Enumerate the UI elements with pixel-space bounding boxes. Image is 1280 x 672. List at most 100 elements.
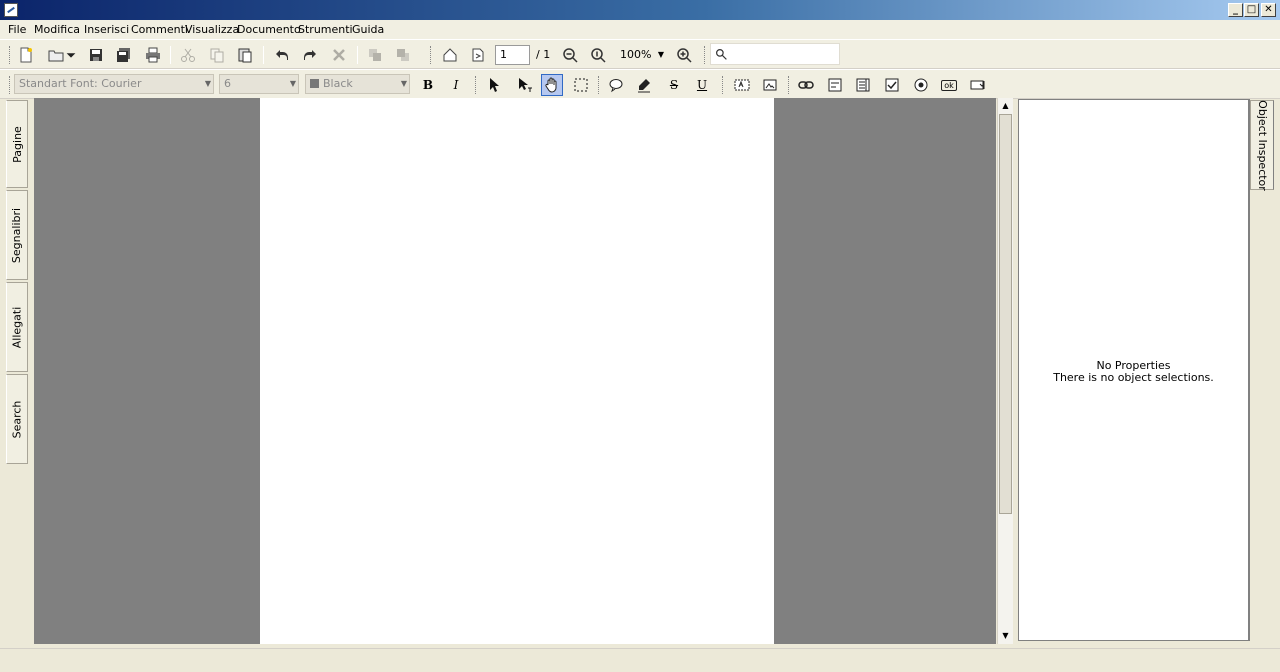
new-document-button[interactable]	[15, 44, 37, 66]
tab-object-inspector-label: Object Inspector	[1255, 99, 1269, 191]
page-number-input[interactable]: 1	[495, 45, 530, 65]
toolbar-grip[interactable]	[722, 76, 725, 94]
toolbar-grip[interactable]	[788, 76, 791, 94]
last-page-button[interactable]	[467, 44, 489, 66]
highlighter-icon	[638, 79, 650, 93]
marquee-tool-button[interactable]	[570, 74, 592, 96]
speech-bubble-icon	[609, 79, 623, 93]
copy-button[interactable]	[206, 44, 228, 66]
open-dropdown-button[interactable]	[64, 44, 78, 66]
save-as-button[interactable]	[113, 44, 135, 66]
menu-inserisci[interactable]: Inserisci	[84, 23, 129, 36]
status-bar	[0, 648, 1280, 672]
menu-bar: File Modifica Inserisci Commenti Visuali…	[0, 20, 1280, 39]
toolbar-grip[interactable]	[9, 76, 12, 94]
bring-forward-icon	[369, 49, 381, 61]
text-field-icon	[734, 79, 750, 91]
underline-tool-button[interactable]: U	[691, 74, 713, 96]
zoom-out-button[interactable]	[559, 44, 581, 66]
paste-button[interactable]	[234, 44, 256, 66]
combo-box-tool-button[interactable]	[967, 74, 989, 96]
image-tool-button[interactable]	[759, 74, 781, 96]
tab-pagine[interactable]: Pagine	[6, 100, 28, 188]
list-box-tool-button[interactable]	[852, 74, 874, 96]
tab-allegati[interactable]: Allegati	[6, 282, 28, 372]
select-tool-button[interactable]	[483, 74, 505, 96]
text-pointer-icon	[519, 78, 532, 92]
toolbar-grip[interactable]	[704, 46, 707, 64]
font-size-select[interactable]: 6 ▼	[219, 74, 299, 94]
image-icon	[763, 79, 777, 91]
toolbar-grip[interactable]	[430, 46, 433, 64]
toolbar-separator	[170, 46, 171, 64]
new-document-icon	[20, 47, 32, 63]
zoom-in-button[interactable]	[673, 44, 695, 66]
vertical-scrollbar[interactable]: ▲ ▼	[997, 98, 1013, 644]
strikeout-tool-button[interactable]: S	[663, 74, 685, 96]
toolbar-grip[interactable]	[475, 76, 478, 94]
color-select[interactable]: Black ▼	[305, 74, 410, 94]
object-inspector-panel: No Properties There is no object selecti…	[1018, 99, 1250, 641]
tab-segnalibri[interactable]: Segnalibri	[6, 190, 28, 280]
italic-button[interactable]: I	[445, 74, 467, 96]
send-backward-button[interactable]	[392, 44, 414, 66]
save-button[interactable]	[85, 44, 107, 66]
first-page-button[interactable]	[439, 44, 461, 66]
menu-modifica[interactable]: Modifica	[34, 23, 80, 36]
menu-file[interactable]: File	[8, 23, 26, 36]
comment-tool-button[interactable]	[605, 74, 627, 96]
text-select-tool-button[interactable]	[514, 74, 536, 96]
tab-search-label: Search	[10, 400, 24, 438]
scrollbar-thumb[interactable]	[999, 114, 1012, 514]
checkbox-tool-button[interactable]	[881, 74, 903, 96]
close-button[interactable]: ✕	[1261, 3, 1276, 17]
link-tool-button[interactable]	[795, 74, 817, 96]
menu-documento[interactable]: Documento	[237, 23, 301, 36]
bold-button[interactable]: B	[417, 74, 439, 96]
edit-box-tool-button[interactable]	[824, 74, 846, 96]
delete-button[interactable]	[328, 44, 350, 66]
cut-button[interactable]	[177, 44, 199, 66]
chevron-down-icon	[66, 53, 76, 58]
chevron-down-icon: ▼	[204, 79, 211, 88]
font-select[interactable]: Standart Font: Courier ▼	[14, 74, 214, 94]
toolbar-separator	[357, 46, 358, 64]
zoom-select[interactable]: 100% ▼	[615, 45, 667, 65]
zoom-actual-icon	[591, 48, 606, 63]
hand-tool-button[interactable]	[541, 74, 563, 96]
search-input[interactable]	[710, 43, 840, 65]
toolbar-grip[interactable]	[598, 76, 601, 94]
highlight-tool-button[interactable]	[633, 74, 655, 96]
redo-button[interactable]	[299, 44, 321, 66]
inspector-message: No Properties There is no object selecti…	[1019, 360, 1248, 384]
text-field-tool-button[interactable]	[731, 74, 753, 96]
document-canvas[interactable]	[34, 98, 996, 644]
document-page[interactable]	[260, 98, 774, 644]
toolbar-separator	[263, 46, 264, 64]
radio-tool-button[interactable]	[910, 74, 932, 96]
push-button-tool-button[interactable]: ok	[938, 74, 960, 96]
menu-commenti[interactable]: Commenti	[131, 23, 188, 36]
print-button[interactable]	[142, 44, 164, 66]
maximize-button[interactable]: □	[1244, 3, 1259, 17]
undo-button[interactable]	[271, 44, 293, 66]
menu-strumenti[interactable]: Strumenti	[298, 23, 353, 36]
scroll-up-button[interactable]: ▲	[998, 99, 1013, 113]
minimize-button[interactable]: _	[1228, 3, 1243, 17]
list-box-icon	[856, 78, 870, 92]
tab-object-inspector[interactable]: Object Inspector	[1250, 100, 1274, 190]
bring-forward-button[interactable]	[364, 44, 386, 66]
menu-guida[interactable]: Guida	[352, 23, 384, 36]
main-toolbar: 1 / 1 100% ▼	[0, 39, 1280, 69]
save-icon	[90, 49, 102, 61]
zoom-actual-button[interactable]	[587, 44, 609, 66]
font-size-value: 6	[224, 77, 231, 90]
menu-visualizza[interactable]: Visualizza	[185, 23, 239, 36]
color-value: Black	[323, 77, 353, 90]
scroll-down-button[interactable]: ▼	[998, 629, 1013, 643]
format-toolbar: Standart Font: Courier ▼ 6 ▼ Black ▼ B I…	[0, 69, 1280, 99]
toolbar-grip[interactable]	[9, 46, 12, 64]
tab-search[interactable]: Search	[6, 374, 28, 464]
zoom-out-icon	[563, 48, 578, 63]
home-icon	[443, 48, 457, 62]
